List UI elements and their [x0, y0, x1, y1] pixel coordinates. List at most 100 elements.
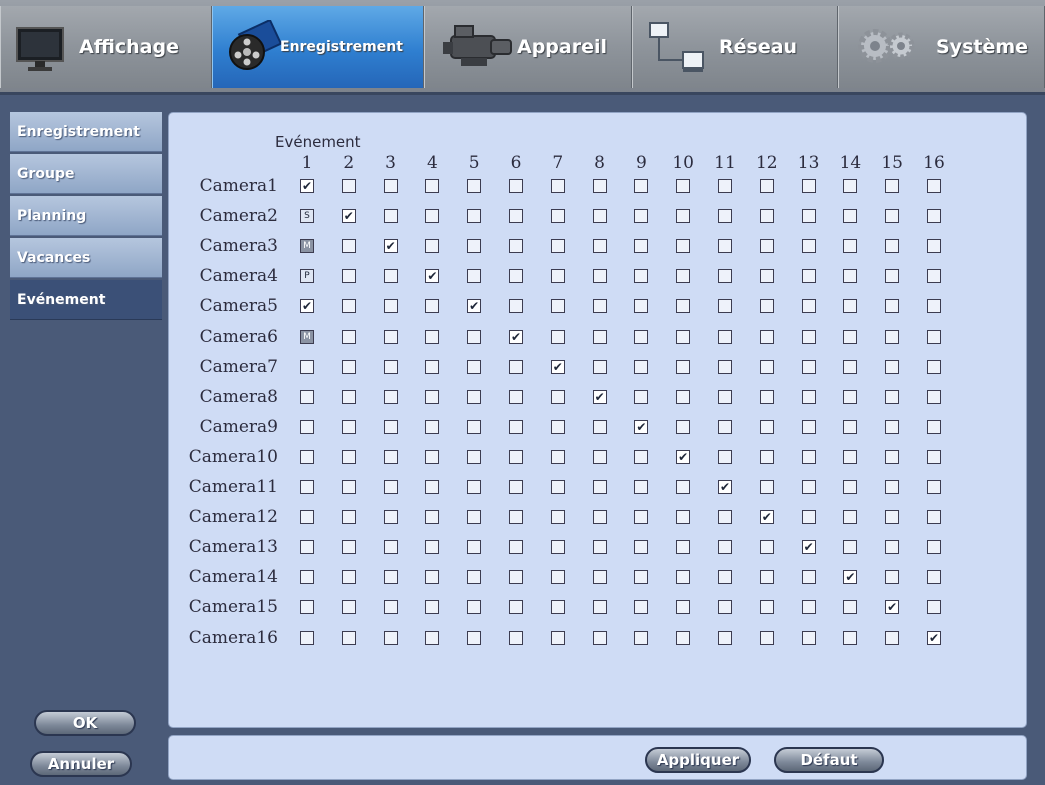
sidebar-item-enregistrement[interactable]: Enregistrement	[10, 112, 162, 152]
event-checkbox[interactable]	[467, 209, 482, 224]
event-checkbox[interactable]	[759, 540, 774, 555]
event-checkbox[interactable]	[467, 600, 482, 615]
sidebar-item-evenement[interactable]: Evénement	[10, 280, 162, 320]
event-checkbox[interactable]	[592, 179, 607, 193]
event-checkbox[interactable]	[718, 540, 732, 555]
event-checkbox[interactable]	[676, 480, 691, 494]
event-checkbox[interactable]: ✔	[592, 389, 607, 404]
event-checkbox[interactable]	[300, 359, 314, 374]
event-checkbox[interactable]	[759, 389, 774, 404]
event-checkbox[interactable]	[634, 269, 649, 284]
event-checkbox[interactable]	[885, 269, 900, 284]
event-checkbox[interactable]	[300, 570, 314, 585]
event-checkbox[interactable]	[634, 239, 649, 254]
event-checkbox[interactable]	[634, 299, 649, 314]
event-checkbox[interactable]	[509, 239, 523, 254]
event-checkbox[interactable]	[341, 239, 356, 254]
event-checkbox[interactable]	[425, 299, 440, 314]
event-checkbox[interactable]	[676, 359, 691, 374]
event-checkbox[interactable]	[843, 179, 858, 193]
event-checkbox[interactable]	[509, 359, 523, 374]
event-checkbox[interactable]	[718, 329, 732, 344]
cancel-button[interactable]: Annuler	[30, 751, 132, 777]
event-checkbox[interactable]	[550, 329, 565, 344]
event-checkbox[interactable]	[592, 540, 607, 555]
event-checkbox[interactable]	[885, 299, 900, 314]
event-checkbox[interactable]	[801, 480, 816, 494]
event-checkbox[interactable]	[759, 570, 774, 585]
event-checkbox[interactable]	[550, 419, 565, 434]
event-checkbox[interactable]	[467, 239, 482, 254]
event-checkbox[interactable]	[927, 389, 941, 404]
event-checkbox[interactable]	[634, 329, 649, 344]
event-checkbox[interactable]	[843, 359, 858, 374]
event-checkbox[interactable]	[383, 630, 398, 645]
event-checkbox[interactable]	[341, 329, 356, 344]
event-checkbox[interactable]: ✔	[676, 449, 691, 464]
event-checkbox[interactable]	[300, 600, 314, 615]
event-checkbox[interactable]: ✔	[509, 329, 523, 344]
event-checkbox[interactable]	[885, 480, 900, 494]
default-button[interactable]: Défaut	[774, 747, 884, 773]
event-checkbox[interactable]	[759, 630, 774, 645]
event-checkbox[interactable]	[467, 389, 482, 404]
event-checkbox[interactable]	[759, 329, 774, 344]
event-checkbox[interactable]	[676, 630, 691, 645]
event-checkbox[interactable]	[801, 419, 816, 434]
event-checkbox[interactable]	[634, 510, 649, 525]
event-checkbox[interactable]	[550, 299, 565, 314]
event-checkbox[interactable]	[634, 630, 649, 645]
event-checkbox[interactable]	[927, 540, 941, 555]
event-checkbox[interactable]	[341, 389, 356, 404]
tab-affichage[interactable]: Affichage	[0, 6, 212, 88]
event-checkbox[interactable]	[843, 540, 858, 555]
event-checkbox[interactable]	[383, 480, 398, 494]
event-checkbox[interactable]	[927, 239, 941, 254]
ok-button[interactable]: OK	[34, 710, 136, 736]
event-checkbox[interactable]	[467, 570, 482, 585]
event-checkbox[interactable]	[425, 389, 440, 404]
event-checkbox[interactable]	[341, 269, 356, 284]
event-checkbox[interactable]	[885, 570, 900, 585]
event-checkbox[interactable]	[383, 179, 398, 193]
event-checkbox[interactable]	[383, 570, 398, 585]
event-checkbox[interactable]	[509, 540, 523, 555]
event-checkbox[interactable]	[759, 600, 774, 615]
event-checkbox[interactable]	[425, 209, 440, 224]
event-checkbox[interactable]: P	[300, 269, 314, 284]
event-checkbox[interactable]	[927, 570, 941, 585]
event-checkbox[interactable]	[718, 449, 732, 464]
event-checkbox[interactable]	[592, 600, 607, 615]
event-checkbox[interactable]	[718, 239, 732, 254]
event-checkbox[interactable]	[759, 179, 774, 193]
event-checkbox[interactable]	[509, 299, 523, 314]
event-checkbox[interactable]	[676, 540, 691, 555]
event-checkbox[interactable]: ✔	[843, 570, 858, 585]
event-checkbox[interactable]	[300, 389, 314, 404]
event-checkbox[interactable]	[634, 209, 649, 224]
event-checkbox[interactable]	[801, 299, 816, 314]
event-checkbox[interactable]	[927, 299, 941, 314]
event-checkbox[interactable]	[843, 510, 858, 525]
event-checkbox[interactable]	[927, 329, 941, 344]
event-checkbox[interactable]	[341, 359, 356, 374]
event-checkbox[interactable]	[300, 540, 314, 555]
event-checkbox[interactable]	[634, 480, 649, 494]
event-checkbox[interactable]	[885, 329, 900, 344]
tab-enregistrement[interactable]: Enregistrement	[212, 6, 424, 88]
event-checkbox[interactable]	[634, 600, 649, 615]
event-checkbox[interactable]	[927, 359, 941, 374]
event-checkbox[interactable]: ✔	[467, 299, 482, 314]
event-checkbox[interactable]	[801, 209, 816, 224]
event-checkbox[interactable]	[676, 600, 691, 615]
event-checkbox[interactable]	[383, 600, 398, 615]
event-checkbox[interactable]	[927, 179, 941, 193]
event-checkbox[interactable]	[927, 449, 941, 464]
apply-button[interactable]: Appliquer	[645, 747, 751, 773]
event-checkbox[interactable]	[801, 449, 816, 464]
event-checkbox[interactable]	[801, 389, 816, 404]
event-checkbox[interactable]	[509, 480, 523, 494]
event-checkbox[interactable]	[885, 449, 900, 464]
sidebar-item-vacances[interactable]: Vacances	[10, 238, 162, 278]
event-checkbox[interactable]	[467, 179, 482, 193]
